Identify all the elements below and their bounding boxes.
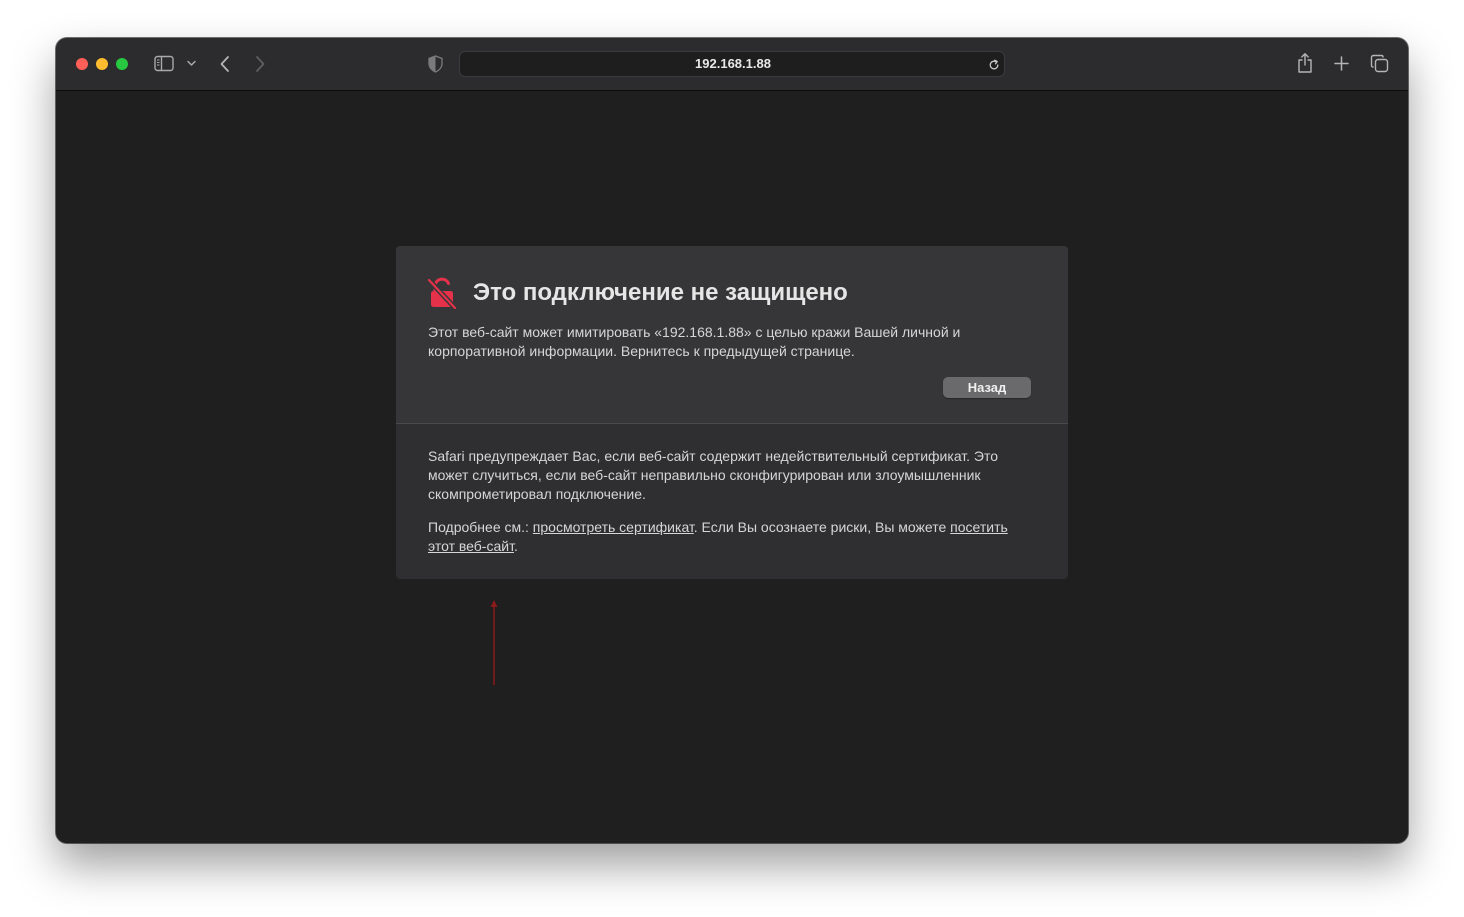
plus-icon[interactable] [1334,56,1349,71]
sidebar-icon[interactable] [154,55,174,72]
chevron-right-icon[interactable] [254,55,266,73]
back-button[interactable]: Назад [943,377,1031,398]
certificate-warning-panel: Это подключение не защищено Этот веб-сай… [396,246,1068,579]
browser-toolbar: 192.168.1.88 [56,38,1408,91]
more-info-paragraph: Подробнее см.: просмотреть сертификат. Е… [428,518,1038,556]
broken-lock-icon [427,277,457,309]
page-content: Это подключение не защищено Этот веб-сай… [56,91,1408,843]
address-bar[interactable]: 192.168.1.88 [459,51,1005,77]
more-info-middle: . Если Вы осознаете риски, Вы можете [693,519,951,535]
chevron-left-icon[interactable] [219,55,231,73]
annotation-arrow [490,600,498,685]
zoom-window-button[interactable] [116,58,128,70]
view-certificate-link[interactable]: просмотреть сертификат [533,519,694,535]
close-window-button[interactable] [76,58,88,70]
page-title: Это подключение не защищено [473,279,848,306]
warning-header-section: Это подключение не защищено Этот веб-сай… [396,246,1068,424]
more-info-prefix: Подробнее см.: [428,519,533,535]
shield-icon[interactable] [428,55,443,73]
warning-description: Этот веб-сайт может имитировать «192.168… [428,324,961,359]
certificate-details-text: Safari предупреждает Вас, если веб-сайт … [428,448,999,502]
share-icon[interactable] [1297,52,1313,74]
chevron-down-icon[interactable] [187,60,196,67]
tabs-icon[interactable] [1370,54,1389,73]
browser-window: 192.168.1.88 Это подключение не защищено… [56,38,1408,843]
reload-icon[interactable] [988,59,1000,71]
more-info-suffix: . [513,538,518,554]
address-text[interactable]: 192.168.1.88 [460,52,1006,76]
minimize-window-button[interactable] [96,58,108,70]
